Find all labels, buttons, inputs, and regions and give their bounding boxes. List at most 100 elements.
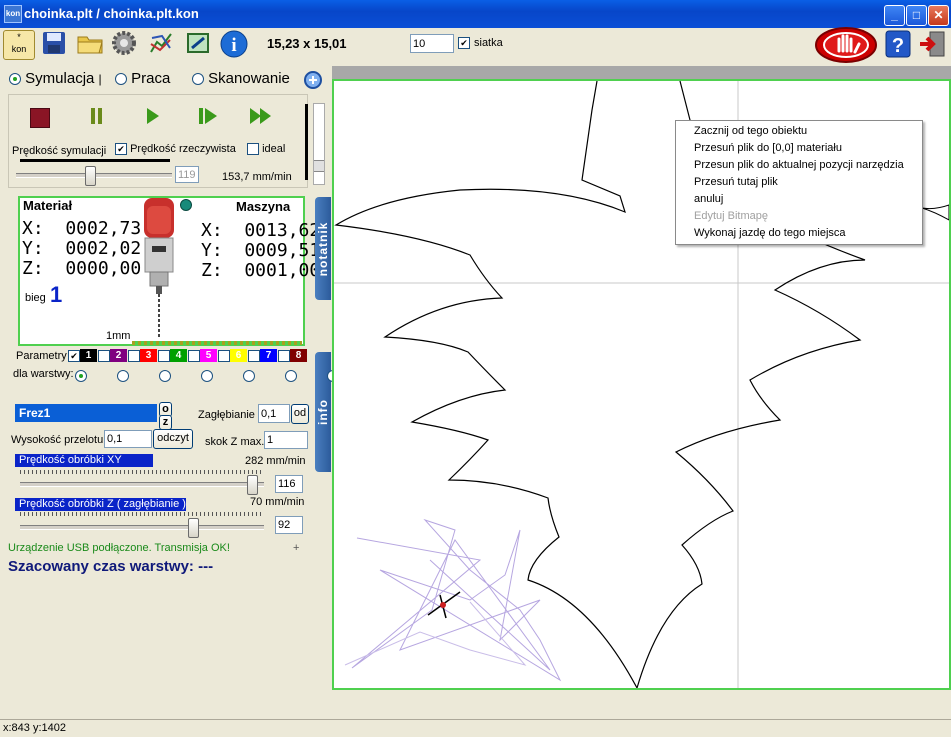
depth-od-button[interactable]: od bbox=[291, 404, 309, 424]
status-bar bbox=[0, 719, 951, 737]
ideal-checkbox[interactable]: ideal bbox=[247, 143, 285, 156]
layer-radio-4[interactable] bbox=[201, 370, 213, 383]
xy-speed-label: Prędkość obróbki XY bbox=[15, 454, 153, 467]
feed-indicator-bar bbox=[305, 104, 308, 180]
svg-text:?: ? bbox=[892, 35, 904, 57]
z-speed-slider[interactable] bbox=[20, 512, 264, 538]
grid-label: siatka bbox=[474, 37, 503, 49]
z-speed-label: Prędkość obróbki Z ( zagłębianie ) bbox=[15, 498, 186, 511]
layer-swatch-3[interactable]: 3 bbox=[140, 349, 157, 362]
layer-swatch-4[interactable]: 4 bbox=[170, 349, 187, 362]
xy-speed-slider[interactable] bbox=[20, 470, 264, 495]
layer-swatch-6[interactable]: 6 bbox=[230, 349, 247, 362]
sim-speed-slider[interactable] bbox=[16, 165, 172, 186]
close-button[interactable]: ✕ bbox=[928, 5, 949, 26]
mode-praca[interactable]: Praca bbox=[115, 70, 170, 87]
depth-input[interactable] bbox=[258, 404, 290, 423]
status-plus: + bbox=[293, 542, 300, 554]
stop-sim-button[interactable] bbox=[30, 108, 50, 128]
kon-file-icon[interactable]: * kon bbox=[3, 30, 35, 60]
menu-item-move-to-tool[interactable]: Przesun plik do aktualnej pozycji narzęd… bbox=[676, 157, 922, 174]
play-sim-button[interactable] bbox=[146, 107, 160, 125]
xy-speed-box[interactable] bbox=[275, 475, 303, 493]
gear-label: bieg bbox=[25, 292, 46, 304]
grid-size-input[interactable] bbox=[410, 34, 454, 53]
layer-checkbox-5[interactable] bbox=[188, 350, 200, 362]
menu-item-cancel[interactable]: anuluj bbox=[676, 191, 922, 208]
layer-swatch-2[interactable]: 2 bbox=[110, 349, 127, 362]
xy-speed-value: 282 mm/min bbox=[245, 455, 306, 467]
machine-title: Maszyna bbox=[236, 199, 291, 214]
usb-status: Urządzenie USB podłączone. Transmisja OK… bbox=[8, 542, 230, 554]
tree-right-tip bbox=[921, 204, 949, 221]
layer-radio-5[interactable] bbox=[243, 370, 255, 383]
minimize-button[interactable]: _ bbox=[884, 5, 905, 26]
sim-progress-bar bbox=[20, 159, 170, 162]
gear-icon[interactable] bbox=[109, 30, 139, 58]
vertical-slider[interactable] bbox=[313, 103, 325, 185]
scale-bar bbox=[132, 341, 302, 345]
svg-text:i: i bbox=[231, 35, 236, 56]
context-menu: Zacznij od tego obiektu Przesuń plik do … bbox=[675, 120, 923, 245]
menu-item-move-to-origin[interactable]: Przesuń plik do [0,0] materiału bbox=[676, 140, 922, 157]
menu-item-edit-bitmap: Edytuj Bitmapę bbox=[694, 210, 768, 222]
parameters-label: Parametry bbox=[16, 350, 67, 362]
z-speed-value: 70 mm/min bbox=[250, 496, 305, 508]
z-step-label: skok Z max. bbox=[205, 436, 265, 448]
pause-sim-button[interactable] bbox=[90, 107, 104, 125]
menu-item-jog-here[interactable]: Wykonaj jazdę do tego miejsca bbox=[676, 225, 922, 242]
info-icon[interactable]: i bbox=[219, 30, 249, 58]
open-folder-icon[interactable] bbox=[75, 30, 105, 58]
layer-swatch-1[interactable]: 1 bbox=[80, 349, 97, 362]
tab-info[interactable]: info bbox=[315, 352, 331, 472]
step-sim-button[interactable] bbox=[198, 107, 218, 125]
z-speed-box[interactable] bbox=[275, 516, 303, 534]
grid-checkbox[interactable]: ✔ bbox=[458, 37, 470, 50]
layer-checkbox-7[interactable] bbox=[248, 350, 260, 362]
layer-checkbox-3[interactable] bbox=[128, 350, 140, 362]
scale-label: 1mm bbox=[106, 330, 131, 342]
menu-item-move-here[interactable]: Przesuń tutaj plik bbox=[676, 174, 922, 191]
tool-position-marker bbox=[440, 602, 446, 608]
canvas-ruler bbox=[332, 66, 951, 79]
layer-swatch-7[interactable]: 7 bbox=[260, 349, 277, 362]
read-button[interactable]: odczyt bbox=[153, 429, 193, 449]
tool-select[interactable]: Frez1 bbox=[15, 404, 157, 422]
mode-symulacja[interactable]: Symulacja | bbox=[9, 70, 102, 87]
sim-speed-value: 153,7 mm/min bbox=[222, 171, 292, 183]
title-bar: kon choinka.plt / choinka.plt.kon _ □ ✕ bbox=[0, 0, 951, 28]
pass-height-input[interactable] bbox=[104, 430, 152, 448]
layer-checkbox-2[interactable] bbox=[98, 350, 110, 362]
pass-height-label: Wysokość przelotu bbox=[11, 434, 104, 446]
tool-z-button[interactable]: z bbox=[159, 415, 172, 430]
maximize-button[interactable]: □ bbox=[906, 5, 927, 26]
toolpath-scribble bbox=[351, 518, 562, 682]
z-step-input[interactable] bbox=[264, 431, 308, 449]
mode-skanowanie[interactable]: Skanowanie bbox=[192, 70, 290, 87]
zoom-icon[interactable] bbox=[303, 70, 323, 90]
layer-time-estimate: Szacowany czas warstwy: --- bbox=[8, 558, 214, 575]
sim-speed-box[interactable] bbox=[175, 166, 199, 183]
layer-checkbox-6[interactable] bbox=[218, 350, 230, 362]
fast-forward-sim-button[interactable] bbox=[249, 107, 273, 125]
layer-radio-1[interactable] bbox=[75, 370, 87, 383]
exit-icon[interactable] bbox=[918, 30, 946, 58]
edit-image-icon[interactable] bbox=[183, 30, 213, 58]
emergency-stop-button[interactable] bbox=[815, 27, 877, 63]
save-icon[interactable] bbox=[39, 30, 69, 58]
sim-speed-label: Prędkość symulacji bbox=[12, 145, 107, 157]
layer-radio-2[interactable] bbox=[117, 370, 129, 383]
menu-item-start-from-object[interactable]: Zacznij od tego obiektu bbox=[676, 123, 922, 140]
layer-swatch-8[interactable]: 8 bbox=[290, 349, 307, 362]
file-dimensions: 15,23 x 15,01 bbox=[267, 36, 347, 51]
layer-checkbox-4[interactable] bbox=[158, 350, 170, 362]
layer-checkbox-1[interactable]: ✔ bbox=[68, 350, 80, 362]
layer-radio-3[interactable] bbox=[159, 370, 171, 383]
real-speed-checkbox[interactable]: ✔ Prędkość rzeczywista bbox=[115, 143, 236, 156]
path-optimize-icon[interactable] bbox=[146, 30, 176, 58]
help-icon[interactable]: ? bbox=[885, 30, 911, 58]
tab-notatnik[interactable]: notatnik bbox=[315, 197, 331, 300]
layer-swatch-5[interactable]: 5 bbox=[200, 349, 217, 362]
layer-radio-6[interactable] bbox=[285, 370, 297, 383]
layer-checkbox-8[interactable] bbox=[278, 350, 290, 362]
